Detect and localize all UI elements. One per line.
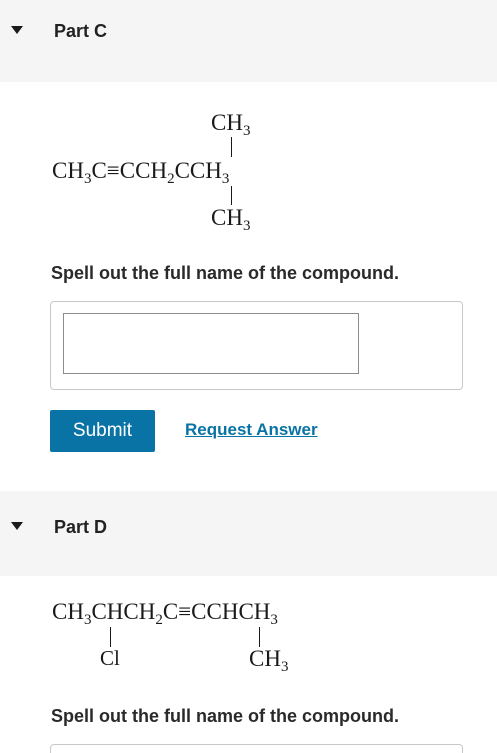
part-d-answer-container bbox=[50, 744, 463, 753]
formula-text: CH bbox=[52, 599, 84, 624]
formula-text: CCH bbox=[174, 158, 222, 183]
bond-line bbox=[231, 137, 233, 157]
caret-down-icon[interactable] bbox=[11, 26, 23, 34]
caret-down-icon[interactable] bbox=[11, 522, 23, 530]
part-c-answer-container bbox=[50, 301, 463, 390]
request-answer-link[interactable]: Request Answer bbox=[185, 420, 318, 440]
formula-text: CHCH bbox=[91, 599, 156, 624]
formula-text: CH bbox=[52, 158, 84, 183]
formula-text: CH bbox=[211, 110, 243, 135]
part-d-methyl: CH3 bbox=[249, 646, 289, 675]
formula-text: CH bbox=[211, 205, 243, 230]
formula-text: C≡CCHCH bbox=[162, 599, 271, 624]
formula-text: Cl bbox=[100, 646, 120, 670]
part-d-title: Part D bbox=[54, 517, 108, 537]
part-c-answer-input[interactable] bbox=[63, 313, 359, 374]
part-d-header[interactable]: Part D bbox=[0, 491, 497, 576]
formula-subscript: 2 bbox=[155, 612, 163, 628]
formula-subscript: 3 bbox=[221, 171, 230, 187]
part-d-chloro: Cl bbox=[100, 646, 120, 671]
submit-button[interactable]: Submit bbox=[50, 410, 155, 452]
formula-subscript: 3 bbox=[242, 218, 251, 234]
formula-subscript: 2 bbox=[167, 171, 175, 187]
formula-subscript: 3 bbox=[242, 123, 251, 139]
formula-subscript: 3 bbox=[280, 659, 289, 675]
part-c-prompt: Spell out the full name of the compound. bbox=[51, 263, 399, 283]
part-c-title: Part C bbox=[54, 21, 108, 41]
part-c-main-chain: CH3C≡CCH2CCH3 bbox=[52, 158, 230, 187]
formula-text: CH bbox=[249, 646, 281, 671]
bond-line bbox=[110, 627, 112, 647]
bond-line bbox=[259, 627, 261, 647]
part-c-header[interactable]: Part C bbox=[0, 0, 497, 82]
part-c-bottom-methyl: CH3 bbox=[211, 205, 251, 234]
formula-text: C≡CCH bbox=[91, 158, 168, 183]
bond-line bbox=[231, 186, 233, 205]
part-d-prompt: Spell out the full name of the compound. bbox=[51, 706, 399, 726]
formula-subscript: 3 bbox=[270, 612, 278, 628]
part-d-main-chain: CH3CHCH2C≡CCHCH3 bbox=[52, 599, 278, 628]
part-c-top-methyl: CH3 bbox=[211, 110, 251, 139]
